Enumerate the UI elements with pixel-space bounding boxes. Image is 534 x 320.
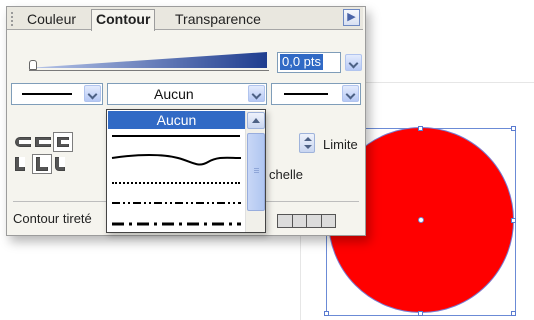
scroll-up-button[interactable] — [247, 112, 265, 129]
resize-handle-top-right[interactable] — [511, 126, 516, 131]
list-item-dotted[interactable] — [108, 176, 245, 190]
dash-field[interactable] — [306, 214, 322, 228]
start-cap-dropdown-button[interactable] — [84, 85, 101, 102]
weight-dropdown-button[interactable] — [345, 54, 362, 71]
panel-tab-bar: Couleur Contour Transparence ▶ — [7, 7, 363, 31]
resize-handle-bottom-left[interactable] — [324, 311, 329, 316]
start-cap-combo[interactable] — [11, 83, 103, 105]
list-item-aucun[interactable]: Aucun — [108, 111, 245, 129]
join-round-icon[interactable] — [32, 154, 52, 174]
list-item-wavy[interactable] — [108, 146, 245, 170]
limit-label: Limite — [323, 137, 358, 152]
end-line-preview — [284, 93, 328, 95]
tab-couleur[interactable]: Couleur — [23, 10, 80, 29]
scale-label: chelle — [269, 167, 303, 182]
scroll-thumb[interactable] — [247, 133, 265, 211]
dash-field[interactable] — [291, 214, 307, 228]
stroke-weight-field[interactable]: 0,0 pts — [277, 52, 341, 73]
shape-center-point[interactable] — [418, 217, 424, 223]
resize-handle-right[interactable] — [511, 218, 516, 223]
dash-style-list[interactable]: Aucun — [106, 109, 266, 233]
cap-round-icon[interactable] — [35, 135, 51, 149]
tab-contour[interactable]: Contour — [91, 9, 156, 31]
cap-butt-icon[interactable] — [15, 135, 31, 149]
start-line-preview — [22, 93, 72, 95]
dash-pattern-fields[interactable] — [277, 214, 336, 228]
end-cap-combo[interactable] — [271, 83, 361, 105]
list-item-long-dash[interactable] — [108, 216, 245, 232]
cap-square-icon[interactable] — [53, 132, 73, 152]
dash-style-combo[interactable]: Aucun — [107, 83, 267, 105]
long-dash-icon — [112, 222, 241, 226]
tab-transparence[interactable]: Transparence — [171, 10, 265, 29]
slider-track — [29, 70, 269, 71]
panel-menu-icon[interactable]: ▶ — [343, 9, 360, 26]
stroke-weight-value[interactable]: 0,0 pts — [280, 54, 324, 70]
list-item-dash-dot-dot[interactable] — [108, 196, 245, 210]
weight-slider-thumb[interactable] — [29, 60, 37, 70]
miter-limit-stepper[interactable] — [299, 133, 315, 153]
end-cap-dropdown-button[interactable] — [342, 85, 359, 102]
resize-handle-bottom[interactable] — [418, 311, 423, 316]
dash-field[interactable] — [320, 214, 336, 228]
dash-field[interactable] — [277, 214, 293, 228]
wavy-line-icon — [111, 154, 242, 166]
resize-handle-top[interactable] — [418, 126, 423, 131]
resize-handle-bottom-right[interactable] — [511, 311, 516, 316]
panel-grip-icon[interactable] — [11, 12, 16, 26]
dash-style-value: Aucun — [154, 86, 194, 102]
dashed-stroke-label: Contour tireté — [13, 211, 92, 226]
join-miter-icon[interactable] — [15, 157, 31, 171]
stroke-weight-ramp[interactable] — [27, 52, 267, 68]
join-bevel-icon[interactable] — [55, 157, 71, 171]
list-scrollbar[interactable] — [245, 111, 265, 232]
dash-style-dropdown-button[interactable] — [248, 85, 265, 102]
list-item-solid[interactable] — [108, 130, 245, 144]
dash-dot-dot-icon — [112, 202, 241, 204]
